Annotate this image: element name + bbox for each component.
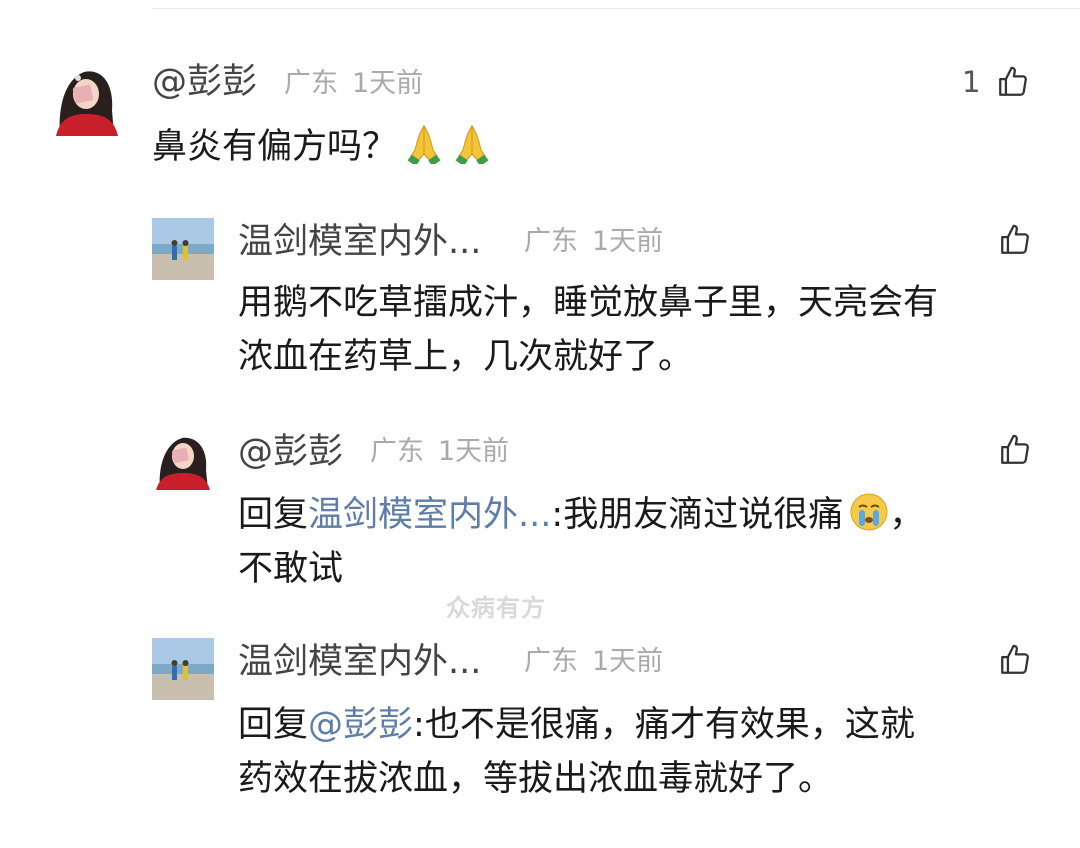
reply-target-link[interactable]: @彭彭 — [308, 705, 413, 745]
reply-target-link[interactable]: 温剑模室内外... — [308, 495, 551, 535]
girl-avatar-icon — [152, 428, 214, 490]
like-button[interactable] — [998, 640, 1032, 680]
folded-hands-icon — [407, 124, 441, 164]
reply-text-line: 药效在拔浓血，等拔出浓血毒就好了。 — [238, 759, 834, 799]
reply-prefix: 回复 — [238, 495, 309, 535]
like-button[interactable] — [998, 220, 1032, 260]
reply-text-line: 不敢试 — [238, 549, 344, 589]
reply-text-line: 回复@彭彭:也不是很痛，痛才有效果，这就 — [238, 698, 915, 752]
avatar[interactable] — [50, 58, 122, 136]
avatar[interactable] — [152, 218, 214, 280]
reply-text-content: ， — [889, 495, 925, 535]
comment-meta: 广东 1天前 — [284, 64, 423, 104]
folded-hands-icon — [455, 124, 489, 164]
reply-text-content: :我朋友滴过说很痛 — [551, 495, 844, 535]
reply-meta: 广东 1天前 — [524, 222, 663, 262]
comment-time: 1天前 — [352, 68, 424, 99]
thumbs-up-icon — [1001, 434, 1029, 464]
crying-face-icon — [850, 493, 888, 531]
watermark: 众病有方 — [446, 594, 546, 622]
like-count: 1 — [962, 65, 981, 99]
reply-text-line: 浓血在药草上，几次就好了。 — [238, 337, 694, 377]
thumbs-up-icon — [1001, 644, 1029, 674]
reply-location: 广东 — [524, 226, 578, 257]
like-button[interactable]: 1 — [962, 62, 1030, 102]
reply-time: 1天前 — [438, 436, 510, 467]
reply-location: 广东 — [370, 436, 424, 467]
reply-text-line: 回复温剑模室内外...:我朋友滴过说很痛 ， — [238, 488, 924, 542]
reply-time: 1天前 — [592, 226, 664, 257]
reply-text: 用鹅不吃草擂成汁，睡觉放鼻子里，天亮会有 浓血在药草上，几次就好了。 — [238, 276, 938, 384]
reply-text-line: 用鹅不吃草擂成汁，睡觉放鼻子里，天亮会有 — [238, 283, 939, 323]
beach-avatar-icon — [152, 638, 214, 700]
thumbs-up-icon — [999, 66, 1028, 96]
reply-text: 回复@彭彭:也不是很痛，痛才有效果，这就 药效在拔浓血，等拔出浓血毒就好了。 — [238, 698, 915, 806]
comment-location: 广东 — [284, 68, 338, 99]
reply-prefix: 回复 — [238, 705, 309, 745]
reply-username[interactable]: 温剑模室内外... — [238, 642, 481, 682]
comment-username[interactable]: @彭彭 — [152, 62, 257, 102]
reply-text-content: :也不是很痛，痛才有效果，这就 — [413, 705, 915, 745]
reply-time: 1天前 — [592, 646, 664, 677]
top-divider — [152, 8, 1080, 9]
comment-text: 鼻炎有偏方吗？ — [152, 120, 493, 174]
reply-username[interactable]: 温剑模室内外... — [238, 222, 481, 262]
reply-text: 回复温剑模室内外...:我朋友滴过说很痛 ， 不敢试 — [238, 488, 924, 596]
reply-meta: 广东 1天前 — [370, 432, 509, 472]
reply-location: 广东 — [524, 646, 578, 677]
reply-meta: 广东 1天前 — [524, 642, 663, 682]
avatar[interactable] — [152, 638, 214, 700]
reply-username[interactable]: @彭彭 — [238, 432, 343, 472]
beach-avatar-icon — [152, 218, 214, 280]
avatar[interactable] — [152, 428, 214, 490]
girl-avatar-icon — [50, 58, 122, 136]
like-button[interactable] — [998, 430, 1032, 470]
comment-text-content: 鼻炎有偏方吗？ — [152, 127, 398, 167]
thumbs-up-icon — [1001, 224, 1029, 254]
